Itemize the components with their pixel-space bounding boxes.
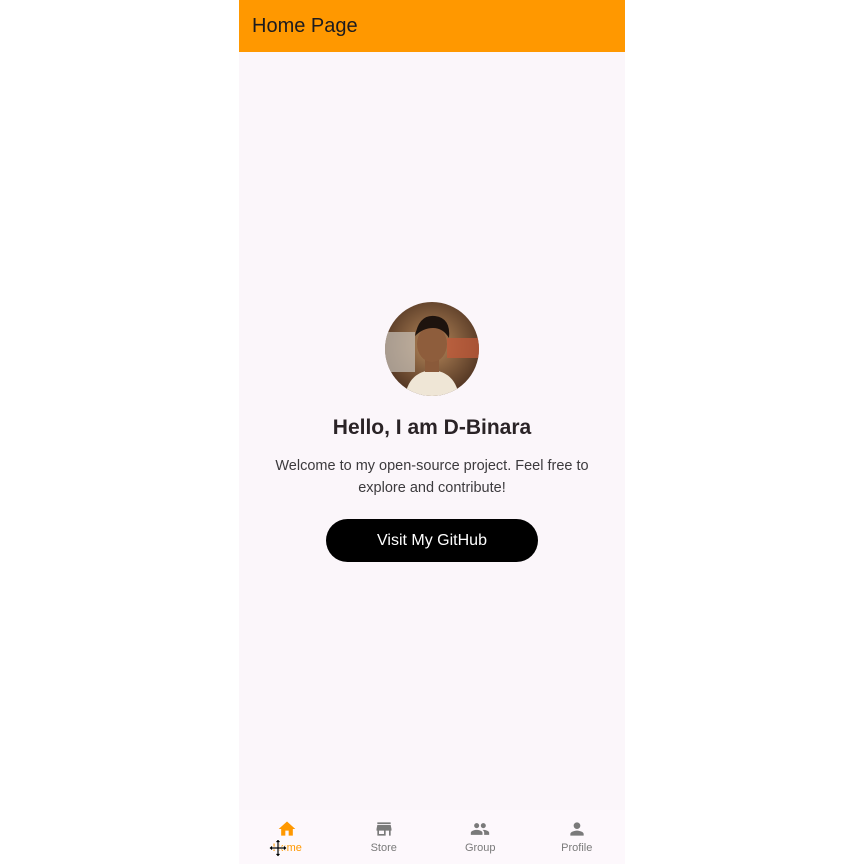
welcome-text: Welcome to my open-source project. Feel … [275, 458, 589, 496]
home-content: Hello, I am D-Binara Welcome to my open-… [239, 52, 625, 810]
store-icon [376, 822, 392, 836]
group-icon [471, 823, 490, 835]
nav-label-group: Group [464, 842, 496, 854]
nav-label-store: Store [370, 842, 397, 854]
nav-item-profile[interactable]: Profile [529, 810, 626, 864]
nav-item-store[interactable]: Store [336, 810, 433, 864]
greeting-heading: Hello, I am D-Binara [332, 416, 532, 439]
nav-item-group[interactable]: Group [432, 810, 529, 864]
nav-label-profile: Profile [561, 842, 593, 854]
screen: Home Page Hello, I am D-Binara Welcome t… [0, 0, 864, 864]
move-cursor-icon [268, 838, 288, 858]
app-window: Home Page Hello, I am D-Binara Welcome t… [239, 0, 625, 864]
home-icon [278, 821, 296, 836]
person-icon [570, 822, 584, 836]
bottom-navigation: Home Store Group Profile [239, 810, 625, 864]
app-bar: Home Page [239, 0, 625, 52]
avatar [385, 302, 479, 396]
app-bar-title: Home Page [252, 14, 358, 37]
visit-github-button[interactable]: Visit My GitHub [326, 519, 538, 562]
